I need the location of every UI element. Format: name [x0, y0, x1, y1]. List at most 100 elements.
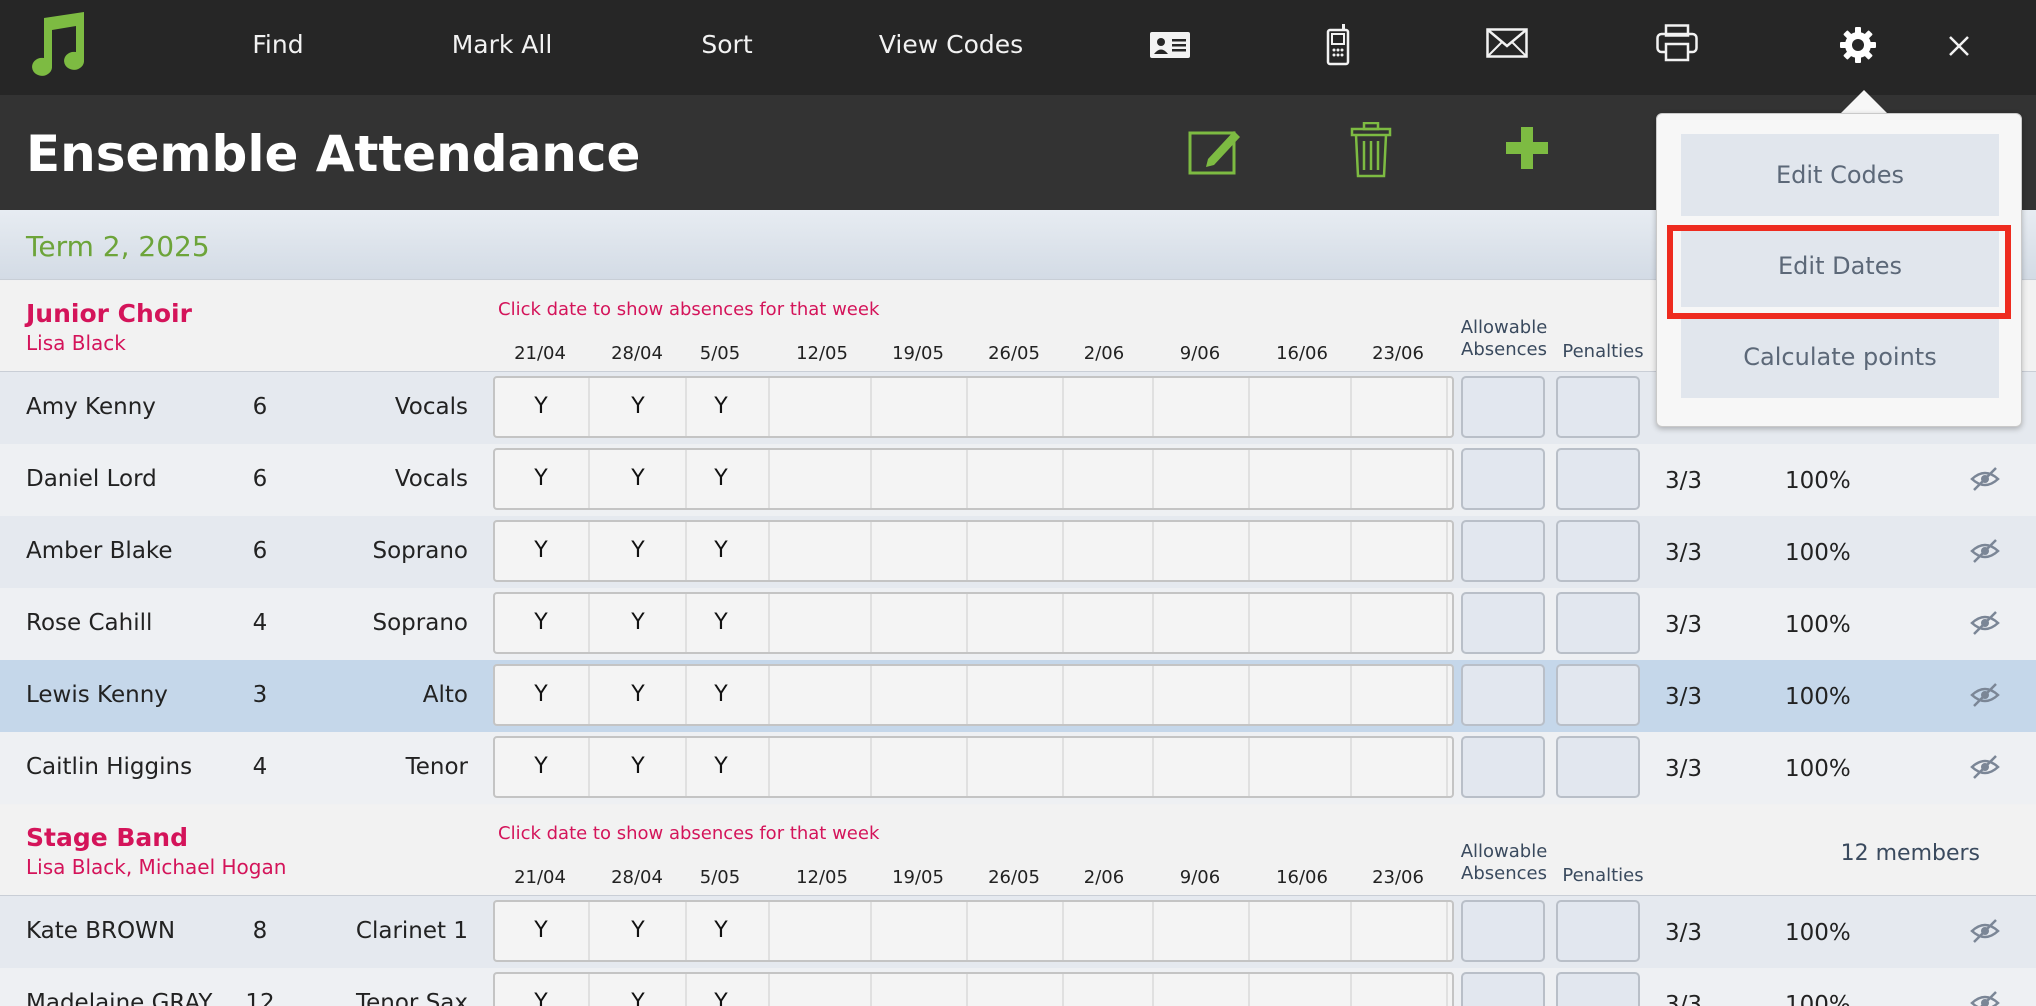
attendance-cell[interactable]: Y — [674, 666, 770, 724]
member-row[interactable]: Caitlin Higgins 4 Tenor Y Y Y 3/3 100% — [0, 732, 2036, 804]
contact-card-icon[interactable] — [1150, 32, 1190, 58]
date-column-header[interactable]: 9/06 — [1152, 343, 1248, 364]
attendance-cell[interactable] — [1352, 902, 1448, 960]
date-column-header[interactable]: 5/05 — [672, 343, 768, 364]
attendance-cell[interactable]: Y — [591, 594, 687, 652]
date-column-header[interactable]: 23/06 — [1350, 867, 1446, 888]
attendance-cell[interactable] — [1352, 378, 1448, 436]
member-row[interactable]: Lewis Kenny 3 Alto Y Y Y 3/3 100% — [0, 660, 2036, 732]
hide-eye-icon[interactable] — [1970, 682, 2000, 708]
attendance-cell[interactable] — [1352, 666, 1448, 724]
close-icon[interactable] — [1948, 35, 1970, 57]
attendance-cell[interactable] — [1154, 378, 1250, 436]
attendance-cell[interactable] — [968, 666, 1064, 724]
allowable-absences-field[interactable] — [1461, 376, 1545, 438]
attendance-cell[interactable]: Y — [674, 378, 770, 436]
date-column-header[interactable]: 9/06 — [1152, 867, 1248, 888]
attendance-cell[interactable] — [1352, 738, 1448, 796]
attendance-cell[interactable] — [1256, 522, 1352, 580]
calculate-points-menu-item[interactable]: Calculate points — [1681, 316, 1999, 398]
date-column-header[interactable]: 19/05 — [870, 867, 966, 888]
attendance-cell[interactable] — [1058, 594, 1154, 652]
attendance-cell[interactable] — [776, 974, 872, 1006]
member-row[interactable]: Madelaine GRAY 12 Tenor Sax Y Y Y 3/3 100% — [0, 968, 2036, 1006]
attendance-cell[interactable] — [968, 378, 1064, 436]
penalties-field[interactable] — [1556, 664, 1640, 726]
date-column-header[interactable]: 21/04 — [492, 867, 588, 888]
attendance-cell[interactable] — [872, 594, 968, 652]
attendance-cell[interactable] — [776, 522, 872, 580]
hide-eye-icon[interactable] — [1970, 754, 2000, 780]
penalties-field[interactable] — [1556, 376, 1640, 438]
attendance-cell[interactable] — [1352, 522, 1448, 580]
printer-icon[interactable] — [1656, 24, 1698, 62]
allowable-absences-field[interactable] — [1461, 664, 1545, 726]
attendance-cell[interactable]: Y — [674, 974, 770, 1006]
attendance-cell[interactable] — [1154, 522, 1250, 580]
attendance-cell[interactable] — [1058, 974, 1154, 1006]
attendance-cell[interactable] — [1058, 666, 1154, 724]
attendance-cell[interactable] — [1154, 902, 1250, 960]
add-plus-icon[interactable] — [1506, 127, 1548, 169]
mobile-phone-icon[interactable] — [1326, 24, 1350, 66]
attendance-cell[interactable]: Y — [494, 666, 590, 724]
attendance-cell[interactable] — [872, 450, 968, 508]
penalties-field[interactable] — [1556, 592, 1640, 654]
penalties-field[interactable] — [1556, 972, 1640, 1006]
attendance-cell[interactable] — [1058, 902, 1154, 960]
date-column-header[interactable]: 2/06 — [1056, 867, 1152, 888]
attendance-cell[interactable] — [1256, 902, 1352, 960]
attendance-cell[interactable] — [1154, 974, 1250, 1006]
sort-button[interactable]: Sort — [680, 0, 774, 90]
attendance-cell[interactable] — [1256, 450, 1352, 508]
attendance-cell[interactable] — [872, 974, 968, 1006]
attendance-cell[interactable] — [968, 902, 1064, 960]
date-column-header[interactable]: 16/06 — [1254, 867, 1350, 888]
member-row[interactable]: Amber Blake 6 Soprano Y Y Y 3/3 100% — [0, 516, 2036, 588]
attendance-cell[interactable] — [968, 594, 1064, 652]
edit-dates-menu-item[interactable]: Edit Dates — [1681, 225, 1999, 307]
attendance-cell[interactable]: Y — [591, 902, 687, 960]
attendance-cell[interactable] — [1058, 450, 1154, 508]
attendance-cell[interactable] — [968, 974, 1064, 1006]
attendance-cell[interactable] — [872, 902, 968, 960]
attendance-cell[interactable] — [776, 594, 872, 652]
attendance-cell[interactable] — [1256, 974, 1352, 1006]
attendance-cell[interactable]: Y — [494, 902, 590, 960]
view-codes-button[interactable]: View Codes — [870, 0, 1032, 90]
attendance-cell[interactable] — [872, 738, 968, 796]
hide-eye-icon[interactable] — [1970, 538, 2000, 564]
attendance-cell[interactable]: Y — [674, 902, 770, 960]
attendance-cell[interactable]: Y — [674, 594, 770, 652]
attendance-cell[interactable] — [968, 450, 1064, 508]
attendance-cell[interactable] — [1256, 738, 1352, 796]
attendance-cell[interactable] — [968, 738, 1064, 796]
attendance-cell[interactable] — [872, 522, 968, 580]
find-button[interactable]: Find — [228, 0, 328, 90]
penalties-field[interactable] — [1556, 900, 1640, 962]
attendance-cell[interactable]: Y — [591, 974, 687, 1006]
trash-icon[interactable] — [1350, 122, 1392, 178]
hide-eye-icon[interactable] — [1970, 466, 2000, 492]
date-column-header[interactable]: 19/05 — [870, 343, 966, 364]
date-column-header[interactable]: 21/04 — [492, 343, 588, 364]
attendance-cell[interactable]: Y — [674, 522, 770, 580]
date-column-header[interactable]: 26/05 — [966, 867, 1062, 888]
allowable-absences-field[interactable] — [1461, 592, 1545, 654]
attendance-cell[interactable] — [1154, 738, 1250, 796]
attendance-cell[interactable]: Y — [494, 450, 590, 508]
mark-all-button[interactable]: Mark All — [430, 0, 574, 90]
hide-eye-icon[interactable] — [1970, 610, 2000, 636]
attendance-cell[interactable]: Y — [494, 594, 590, 652]
attendance-cell[interactable]: Y — [494, 738, 590, 796]
attendance-cell[interactable]: Y — [591, 378, 687, 436]
attendance-cell[interactable] — [776, 738, 872, 796]
attendance-cell[interactable]: Y — [591, 522, 687, 580]
attendance-cell[interactable]: Y — [591, 738, 687, 796]
attendance-cell[interactable] — [872, 666, 968, 724]
attendance-cell[interactable] — [776, 450, 872, 508]
allowable-absences-field[interactable] — [1461, 736, 1545, 798]
settings-gear-icon[interactable] — [1840, 27, 1876, 63]
member-row[interactable]: Daniel Lord 6 Vocals Y Y Y 3/3 100% — [0, 444, 2036, 516]
attendance-cell[interactable] — [968, 522, 1064, 580]
